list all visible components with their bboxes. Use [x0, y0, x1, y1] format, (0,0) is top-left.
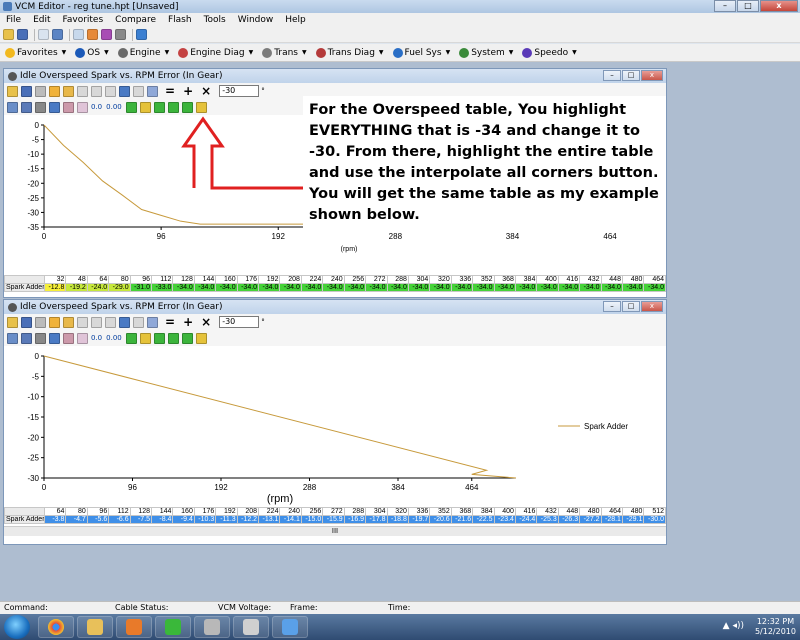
wrench-icon — [204, 619, 220, 635]
notepad-icon — [282, 619, 298, 635]
folder-icon — [87, 619, 103, 635]
clock-date: 5/12/2010 — [754, 627, 796, 636]
windows-taskbar: ▲ ◂)) 12:32 PM 5/12/2010 — [0, 614, 800, 640]
status-bar: Command: Cable Status: VCM Voltage: Fram… — [0, 601, 800, 614]
taskbar-notepad[interactable] — [272, 616, 308, 638]
clock-time: 12:32 PM — [756, 617, 795, 626]
start-button[interactable] — [4, 615, 30, 639]
media-icon — [126, 619, 142, 635]
status-time: Time: — [388, 603, 411, 612]
taskbar-explorer[interactable] — [77, 616, 113, 638]
status-cable: Cable Status: — [115, 603, 169, 612]
annotation-arrow — [181, 116, 303, 190]
annotation-arrow-layer — [181, 116, 303, 190]
system-clock[interactable]: 12:32 PM 5/12/2010 — [755, 617, 796, 637]
gauge-icon — [243, 619, 259, 635]
system-tray-icons[interactable]: ▲ ◂)) — [723, 621, 744, 631]
status-frame: Frame: — [290, 603, 318, 612]
taskbar-chrome[interactable] — [38, 616, 74, 638]
taskbar-media[interactable] — [116, 616, 152, 638]
status-vcm-voltage: VCM Voltage: — [218, 603, 272, 612]
taskbar-vcm-editor[interactable] — [194, 616, 230, 638]
desktop: VCM Editor - reg tune.hpt [Unsaved] – □ … — [0, 0, 800, 640]
chrome-icon — [48, 619, 64, 635]
taskbar-app-green[interactable] — [155, 616, 191, 638]
app-icon — [165, 619, 181, 635]
taskbar-scanner[interactable] — [233, 616, 269, 638]
status-command: Command: — [4, 603, 48, 612]
